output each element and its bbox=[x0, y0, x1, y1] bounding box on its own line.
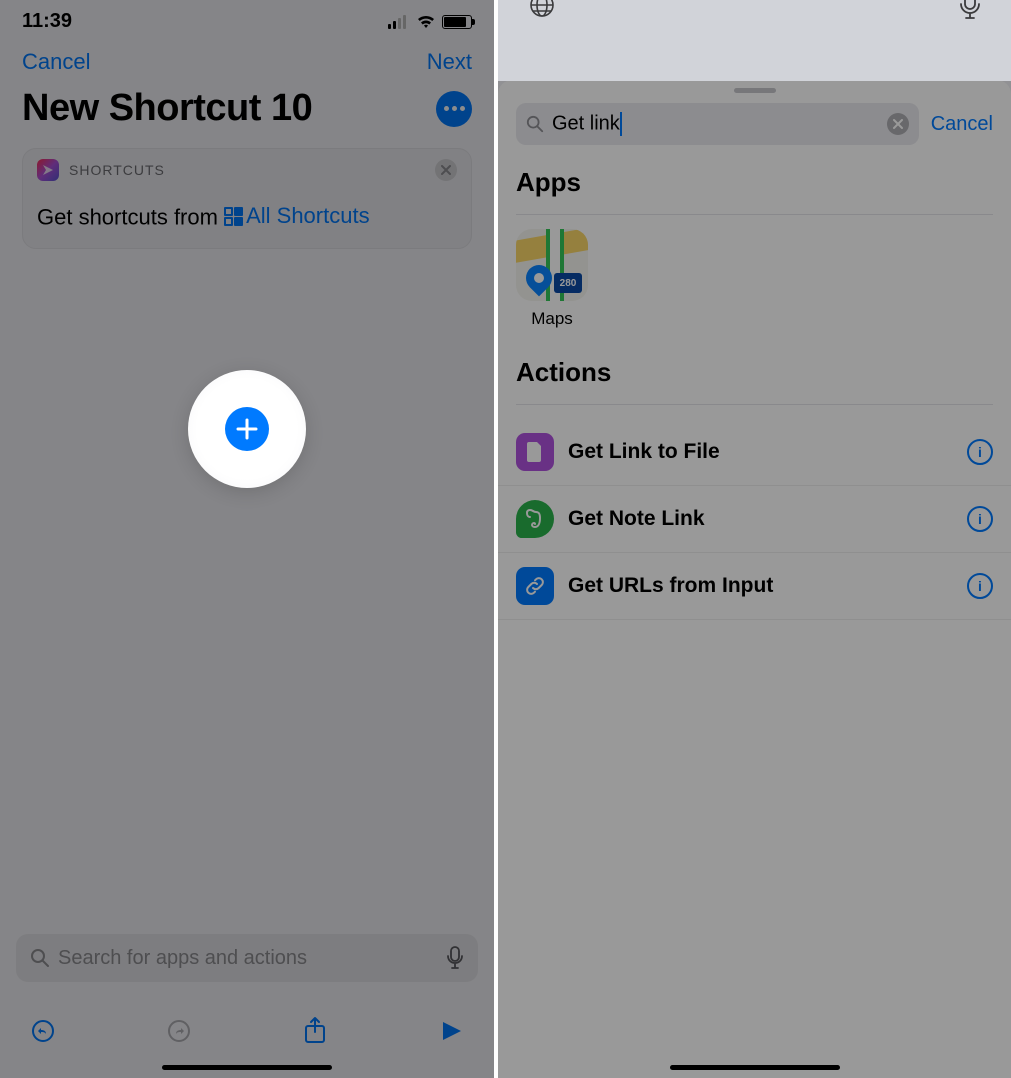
search-cancel-button[interactable]: Cancel bbox=[931, 113, 993, 136]
search-field[interactable]: Get link bbox=[516, 103, 919, 145]
nav-bar: Cancel Next bbox=[0, 39, 494, 81]
search-icon bbox=[30, 948, 50, 968]
action-card[interactable]: SHORTCUTS Get shortcuts from All Shortcu… bbox=[22, 148, 472, 249]
dictate-icon[interactable] bbox=[446, 946, 464, 970]
action-text-prefix: Get shortcuts from bbox=[37, 205, 218, 230]
home-indicator bbox=[162, 1065, 332, 1070]
dictate-icon[interactable] bbox=[959, 0, 981, 21]
status-indicators bbox=[388, 14, 472, 30]
action-app-label: SHORTCUTS bbox=[69, 162, 165, 178]
documents-icon bbox=[516, 433, 554, 471]
section-apps-title: Apps bbox=[498, 157, 1011, 208]
add-action-button[interactable] bbox=[225, 407, 269, 451]
cancel-button[interactable]: Cancel bbox=[22, 49, 90, 75]
clear-search-button[interactable] bbox=[887, 113, 909, 135]
action-search-sheet: Get link Cancel Apps 280 Maps bbox=[498, 80, 1011, 1078]
action-body: Get shortcuts from All Shortcuts bbox=[23, 191, 471, 248]
action-row-label: Get Link to File bbox=[568, 440, 953, 464]
sheet-grabber[interactable] bbox=[734, 88, 776, 93]
redo-button bbox=[164, 1016, 194, 1046]
shortcuts-app-icon bbox=[37, 159, 59, 181]
undo-button[interactable] bbox=[28, 1016, 58, 1046]
section-actions-title: Actions bbox=[498, 347, 1011, 398]
action-row-get-note-link[interactable]: Get Note Link i bbox=[498, 486, 1011, 553]
search-input-value: Get link bbox=[552, 112, 879, 136]
keyboard[interactable]: QWERTYUIOP ASDFGHJKL ZXCVBNM 123 bbox=[498, 0, 1011, 81]
right-screenshot: 11:34 Cancel Next Get link Can bbox=[498, 0, 1011, 1078]
globe-icon[interactable] bbox=[528, 0, 556, 21]
search-placeholder: Search for apps and actions bbox=[58, 947, 438, 970]
action-row-label: Get URLs from Input bbox=[568, 574, 953, 598]
next-button[interactable]: Next bbox=[427, 49, 472, 75]
folder-token[interactable]: All Shortcuts bbox=[224, 199, 370, 232]
action-row-get-link-to-file[interactable]: Get Link to File i bbox=[498, 419, 1011, 486]
info-icon[interactable]: i bbox=[967, 506, 993, 532]
link-icon bbox=[516, 567, 554, 605]
bottom-toolbar bbox=[0, 1004, 494, 1058]
add-action-callout bbox=[188, 370, 306, 488]
page-title: New Shortcut 10 bbox=[22, 87, 312, 130]
signal-icon bbox=[388, 15, 410, 29]
info-icon[interactable]: i bbox=[967, 439, 993, 465]
wifi-icon bbox=[416, 14, 436, 30]
battery-icon bbox=[442, 15, 472, 29]
status-bar: 11:39 bbox=[0, 0, 494, 39]
evernote-icon bbox=[516, 500, 554, 538]
folder-token-label: All Shortcuts bbox=[246, 199, 370, 232]
app-tile-maps[interactable]: 280 Maps bbox=[516, 229, 588, 329]
folder-grid-icon bbox=[224, 207, 242, 225]
info-icon[interactable]: i bbox=[967, 573, 993, 599]
maps-app-icon: 280 bbox=[516, 229, 588, 301]
more-button[interactable] bbox=[436, 91, 472, 127]
left-screenshot: 11:39 Cancel Next New Shortcut 10 SHORTC… bbox=[0, 0, 498, 1078]
search-bar[interactable]: Search for apps and actions bbox=[16, 934, 478, 982]
remove-action-button[interactable] bbox=[435, 159, 457, 181]
action-row-get-urls[interactable]: Get URLs from Input i bbox=[498, 553, 1011, 620]
action-row-label: Get Note Link bbox=[568, 507, 953, 531]
play-button[interactable] bbox=[436, 1016, 466, 1046]
home-indicator bbox=[670, 1065, 840, 1070]
action-list: Get Link to File i Get Note Link i Get U… bbox=[498, 419, 1011, 620]
app-tile-label: Maps bbox=[531, 309, 573, 329]
status-time: 11:39 bbox=[22, 10, 72, 33]
share-button[interactable] bbox=[300, 1016, 330, 1046]
